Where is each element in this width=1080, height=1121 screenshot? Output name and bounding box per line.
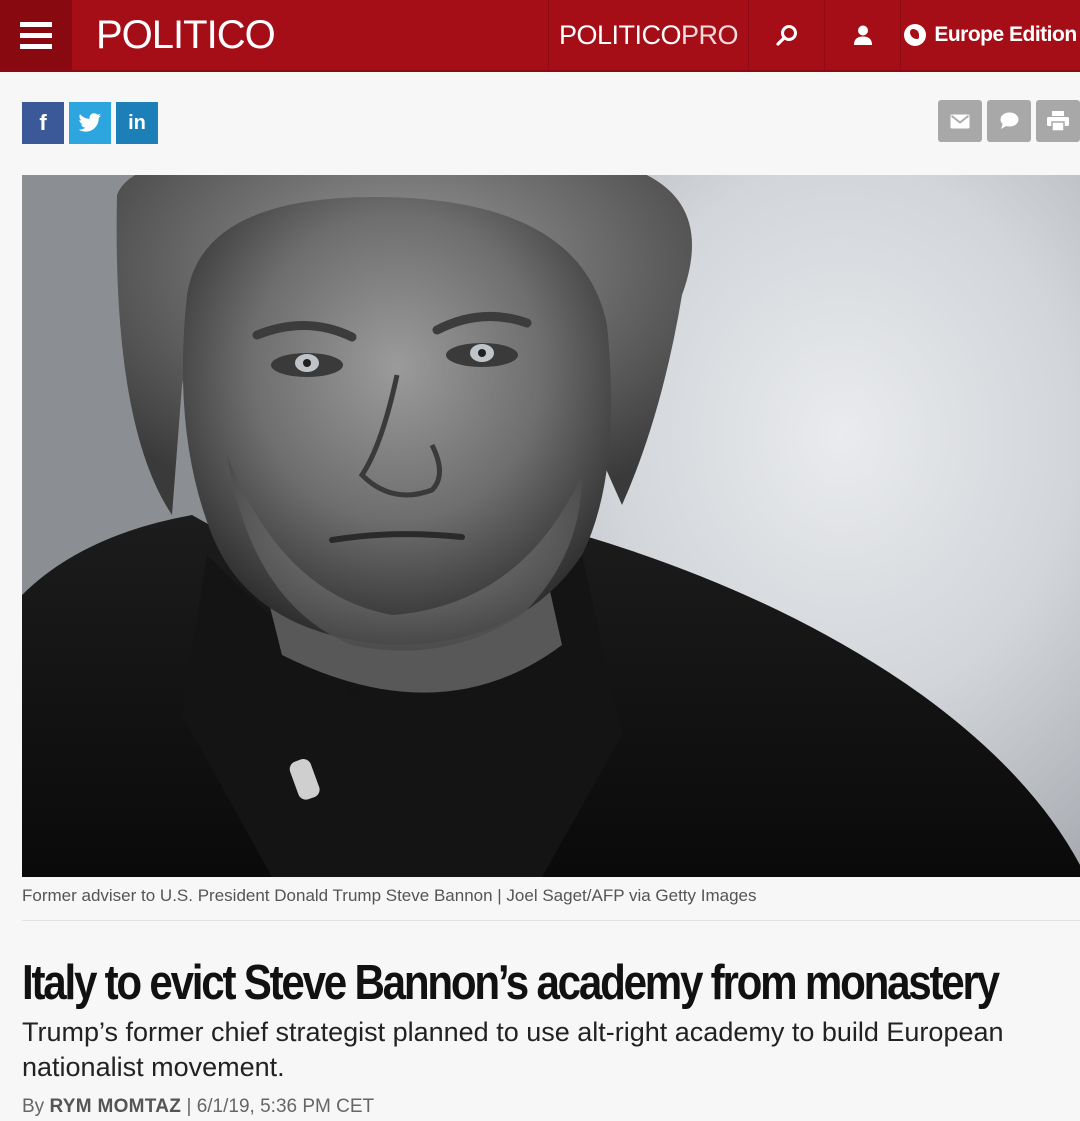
linkedin-icon: in bbox=[128, 111, 146, 134]
site-logo[interactable]: POLITICO bbox=[72, 0, 276, 70]
article-headline: Italy to evict Steve Bannon’s academy fr… bbox=[22, 956, 1000, 1010]
article-byline: By RYM MOMTAZ | 6/1/19, 5:36 PM CET bbox=[22, 1096, 374, 1118]
portrait-illustration bbox=[22, 175, 1080, 877]
facebook-icon: f bbox=[39, 110, 47, 135]
pro-logo-suffix: PRO bbox=[681, 19, 739, 50]
mail-icon bbox=[950, 114, 970, 128]
search-button[interactable] bbox=[748, 0, 824, 70]
menu-icon-bar bbox=[20, 43, 52, 49]
print-button[interactable] bbox=[1036, 100, 1080, 142]
print-icon bbox=[1047, 111, 1069, 131]
site-header: POLITICO POLITICO PRO Europe Edition bbox=[0, 0, 1080, 72]
menu-button[interactable] bbox=[0, 0, 72, 70]
pro-logo-main: POLITICO bbox=[558, 19, 682, 50]
email-button[interactable] bbox=[938, 100, 982, 142]
byline-prefix: By bbox=[22, 1096, 50, 1117]
account-button[interactable] bbox=[824, 0, 900, 70]
article-hero-image bbox=[22, 175, 1080, 877]
caption-divider bbox=[22, 920, 1080, 921]
comments-button[interactable] bbox=[987, 100, 1031, 142]
header-spacer bbox=[275, 0, 548, 70]
twitter-share-button[interactable] bbox=[69, 102, 111, 144]
facebook-share-button[interactable]: f bbox=[22, 102, 64, 144]
comment-icon bbox=[1000, 112, 1019, 129]
globe-icon bbox=[904, 24, 927, 46]
byline-dateline: | 6/1/19, 5:36 PM CET bbox=[181, 1096, 375, 1117]
politico-pro-link[interactable]: POLITICO PRO bbox=[548, 0, 748, 70]
user-icon bbox=[853, 25, 872, 45]
twitter-icon bbox=[78, 113, 101, 132]
edition-label: Europe Edition bbox=[934, 23, 1077, 46]
share-toolbar: f in bbox=[22, 100, 1080, 146]
image-caption: Former adviser to U.S. President Donald … bbox=[22, 886, 757, 905]
linkedin-share-button[interactable]: in bbox=[116, 102, 158, 144]
search-icon bbox=[775, 25, 797, 46]
author-link[interactable]: RYM MOMTAZ bbox=[49, 1096, 181, 1117]
edition-switcher[interactable]: Europe Edition bbox=[900, 0, 1080, 70]
menu-icon-bar bbox=[20, 21, 52, 27]
article-dek: Trump’s former chief strategist planned … bbox=[22, 1017, 1004, 1082]
menu-icon-bar bbox=[20, 32, 52, 38]
